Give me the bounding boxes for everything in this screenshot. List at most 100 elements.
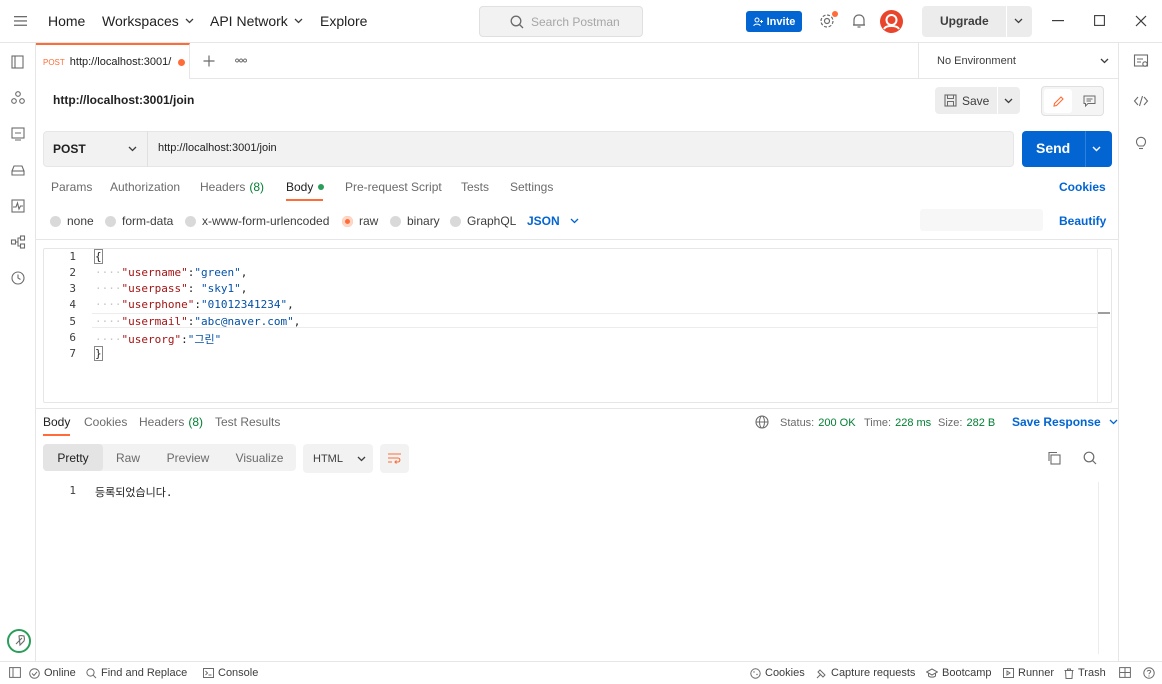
console-button[interactable]: Console	[203, 667, 258, 679]
response-size[interactable]: Size: 282 B	[938, 417, 995, 429]
response-status[interactable]: Status: 200 OK	[780, 417, 856, 429]
monitors-icon[interactable]	[10, 198, 26, 214]
radio-graphql-label: GraphQL	[467, 214, 517, 228]
capture-requests-button[interactable]: Capture requests	[816, 667, 915, 679]
code-line-6: ····"userorg":"그린"	[95, 333, 222, 346]
runner-button[interactable]: Runner	[1003, 667, 1054, 679]
minimize-window-icon[interactable]	[1052, 20, 1064, 22]
response-time[interactable]: Time: 228 ms	[864, 417, 931, 429]
copy-icon[interactable]	[1047, 451, 1061, 465]
body-format-select[interactable]: JSON	[527, 214, 579, 228]
search-icon[interactable]	[1083, 451, 1097, 465]
brace-close: }	[94, 346, 103, 361]
bootcamp-icon	[926, 668, 938, 678]
cookies-button[interactable]: Cookies	[750, 667, 805, 679]
editor-scroll-thumb[interactable]	[1098, 312, 1110, 314]
response-format-select[interactable]: HTML	[303, 444, 373, 473]
edit-mode-button[interactable]	[1044, 89, 1072, 113]
view-visualize[interactable]: Visualize	[223, 444, 296, 471]
save-button[interactable]: Save	[935, 87, 1020, 114]
comments-button[interactable]	[1075, 89, 1103, 113]
status-value: 200 OK	[818, 417, 856, 429]
cookies-link[interactable]: Cookies	[1059, 180, 1106, 194]
tab-authorization[interactable]: Authorization	[110, 180, 180, 194]
settings-icon[interactable]	[819, 11, 838, 29]
upgrade-button[interactable]: Upgrade	[922, 6, 1032, 37]
upgrade-label[interactable]: Upgrade	[940, 14, 989, 28]
new-tab-icon[interactable]	[203, 55, 215, 67]
apis-icon[interactable]	[10, 90, 26, 106]
avatar[interactable]	[880, 10, 903, 33]
history-icon[interactable]	[10, 270, 26, 286]
unsaved-dot-icon[interactable]	[178, 58, 186, 66]
flows-icon[interactable]	[10, 234, 26, 250]
nav-workspaces[interactable]: Workspaces	[102, 13, 194, 29]
code-icon[interactable]	[1133, 93, 1149, 109]
resp-tab-headers[interactable]: Headers (8)	[139, 415, 203, 429]
close-window-icon[interactable]	[1135, 15, 1147, 27]
radio-raw[interactable]: raw	[342, 214, 378, 228]
resp-tab-cookies[interactable]: Cookies	[84, 415, 127, 429]
radio-urlencoded[interactable]: x-www-form-urlencoded	[185, 214, 329, 228]
tab-body[interactable]: Body	[286, 180, 325, 194]
resp-tab-test-results[interactable]: Test Results	[215, 415, 280, 429]
tab-headers[interactable]: Headers (8)	[200, 180, 264, 194]
nav-home[interactable]: Home	[48, 13, 85, 29]
save-response-button[interactable]: Save Response	[1012, 415, 1118, 429]
view-preview[interactable]: Preview	[153, 444, 223, 471]
search-input[interactable]: Search Postman	[479, 6, 643, 37]
globe-icon[interactable]	[755, 415, 769, 429]
wrap-lines-button[interactable]	[380, 444, 409, 473]
editor-scrollbar[interactable]	[1097, 249, 1111, 402]
environment-select[interactable]: No Environment	[918, 43, 1118, 79]
nav-explore[interactable]: Explore	[320, 13, 367, 29]
collections-icon[interactable]	[10, 54, 26, 70]
json-comma: ,	[287, 298, 294, 311]
find-replace-button[interactable]: Find and Replace	[86, 667, 187, 679]
chevron-down-icon	[294, 18, 303, 24]
view-pretty[interactable]: Pretty	[43, 444, 103, 471]
beautify-link[interactable]: Beautify	[1059, 214, 1106, 228]
resp-tab-body[interactable]: Body	[43, 415, 70, 429]
radio-form-data-circle	[105, 215, 116, 227]
radio-form-data[interactable]: form-data	[105, 214, 173, 228]
bootcamp-button[interactable]: Bootcamp	[926, 667, 992, 679]
menu-icon[interactable]	[14, 16, 27, 26]
bell-icon[interactable]	[852, 13, 866, 29]
radio-binary[interactable]: binary	[390, 214, 440, 228]
help-icon[interactable]	[1143, 667, 1155, 679]
mock-servers-icon[interactable]	[10, 162, 26, 178]
url-input[interactable]: http://localhost:3001/join	[158, 142, 277, 154]
lightbulb-icon[interactable]	[1133, 135, 1149, 151]
two-pane-view-icon[interactable]	[1119, 667, 1131, 678]
environment-quick-look-icon[interactable]	[1133, 53, 1149, 69]
radio-none[interactable]: none	[50, 214, 94, 228]
request-tab[interactable]: POST http://localhost:3001/	[36, 43, 190, 79]
tab-settings[interactable]: Settings	[510, 180, 553, 194]
json-comma: ,	[293, 315, 301, 328]
online-status[interactable]: Online	[29, 667, 76, 679]
invite-button[interactable]: Invite	[746, 11, 802, 32]
radio-none-circle	[50, 215, 61, 227]
method-select[interactable]: POST	[43, 131, 148, 167]
trash-button[interactable]: Trash	[1064, 667, 1106, 679]
nav-api-network[interactable]: API Network	[210, 13, 303, 29]
chevron-down-icon[interactable]	[1004, 98, 1013, 104]
radio-graphql[interactable]: GraphQL	[450, 214, 516, 228]
tab-params[interactable]: Params	[51, 180, 92, 194]
send-button[interactable]: Send	[1022, 131, 1112, 167]
bootcamp-rocket-icon[interactable]	[7, 629, 31, 653]
tab-tests[interactable]: Tests	[461, 180, 489, 194]
environments-icon[interactable]	[10, 126, 26, 142]
chevron-down-icon[interactable]	[1014, 18, 1023, 24]
save-divider	[997, 87, 998, 114]
toggle-sidebar-icon[interactable]	[9, 667, 21, 678]
response-scrollbar[interactable]	[1098, 482, 1111, 654]
more-tabs-icon[interactable]	[235, 58, 247, 63]
maximize-window-icon[interactable]	[1094, 15, 1105, 26]
request-title[interactable]: http://localhost:3001/join	[53, 93, 194, 107]
chevron-down-icon[interactable]	[1092, 146, 1101, 152]
view-raw[interactable]: Raw	[103, 444, 153, 471]
response-view-group: Pretty Raw Preview Visualize	[43, 444, 296, 471]
tab-pre-request-script[interactable]: Pre-request Script	[345, 180, 442, 194]
